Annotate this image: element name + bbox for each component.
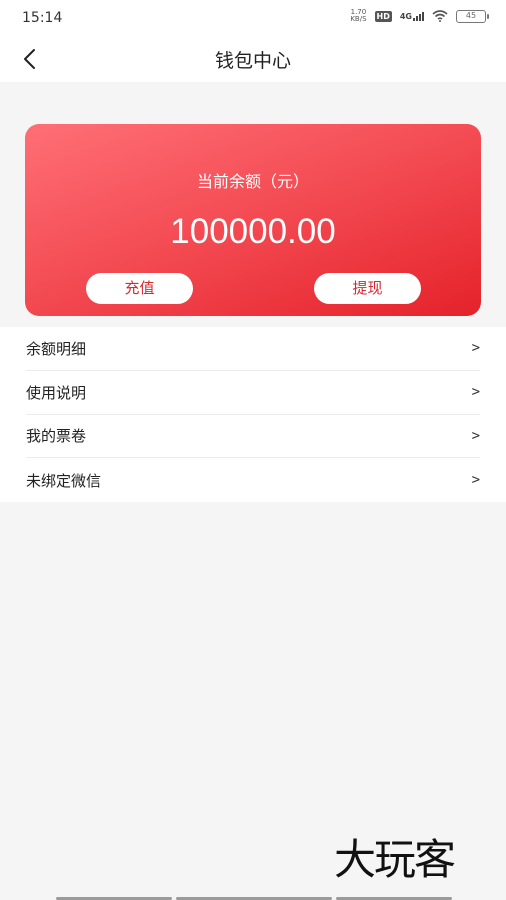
network-speed-unit: KB/S [350,15,367,23]
menu-item-wechat-binding[interactable]: 未绑定微信 > [26,458,480,502]
menu-list: 余额明细 > 使用说明 > 我的票卷 > 未绑定微信 > [0,327,506,502]
wifi-icon [432,10,448,22]
status-time: 15:14 [22,10,63,26]
recharge-button[interactable]: 充值 [86,273,193,304]
menu-item-my-tickets[interactable]: 我的票卷 > [26,415,480,459]
withdraw-button[interactable]: 提现 [314,273,421,304]
menu-item-label: 使用说明 [26,383,87,402]
menu-item-label: 我的票卷 [26,427,87,446]
battery-level: 45 [465,10,477,20]
menu-item-label: 余额明细 [26,339,87,358]
chevron-right-icon: > [471,472,480,489]
balance-label: 当前余额（元） [196,172,309,191]
menu-item-label: 未绑定微信 [26,471,102,490]
status-icons: 1.70 KB/S HD 4G 45 [350,9,489,23]
menu-item-usage-instructions[interactable]: 使用说明 > [26,371,480,415]
hd-icon: HD [374,10,392,22]
battery-icon: 45 [456,9,489,23]
watermark-logo: 大玩客 [334,835,456,884]
chevron-right-icon: > [471,384,480,401]
page-title: 钱包中心 [214,50,291,72]
gesture-bar [0,896,506,900]
balance-amount: 100000.00 [170,212,336,251]
signal-icon: 4G [399,11,424,21]
network-speed: 1.70 KB/S [350,9,366,23]
chevron-right-icon: > [471,427,480,444]
nav-bar: 钱包中心 [0,36,506,82]
status-bar: 15:14 1.70 KB/S HD 4G 45 [0,0,506,36]
menu-item-balance-details[interactable]: 余额明细 > [26,327,480,371]
network-type: 4G [399,11,412,21]
wallet-card: 当前余额（元） 100000.00 充值 提现 [25,124,481,316]
chevron-right-icon: > [471,340,480,357]
